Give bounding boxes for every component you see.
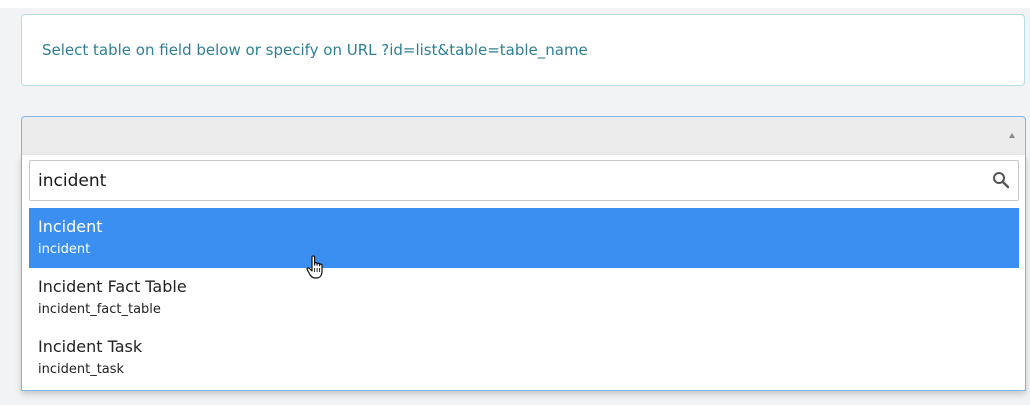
option-table-name: incident_task bbox=[38, 362, 125, 377]
option-incident-fact-table[interactable]: Incident Fact Table incident_fact_table bbox=[29, 268, 1019, 328]
option-incident[interactable]: Incident incident bbox=[29, 208, 1019, 268]
option-table-name: incident bbox=[38, 242, 91, 257]
option-label: Incident bbox=[38, 217, 103, 236]
caret-up-icon[interactable] bbox=[1009, 133, 1015, 138]
search-input[interactable] bbox=[30, 161, 970, 200]
option-incident-task[interactable]: Incident Task incident_task bbox=[29, 328, 1019, 388]
top-strip bbox=[0, 0, 1030, 8]
option-label: Incident Fact Table bbox=[38, 277, 187, 296]
search-field[interactable] bbox=[29, 160, 1019, 201]
table-select[interactable] bbox=[21, 116, 1026, 156]
info-box: Select table on field below or specify o… bbox=[21, 14, 1025, 86]
table-dropdown: Incident incident Incident Fact Table in… bbox=[21, 155, 1026, 391]
option-label: Incident Task bbox=[38, 337, 143, 356]
search-icon bbox=[993, 172, 1010, 189]
options-list: Incident incident Incident Fact Table in… bbox=[29, 208, 1019, 388]
info-message: Select table on field below or specify o… bbox=[42, 41, 588, 59]
option-table-name: incident_fact_table bbox=[38, 302, 161, 317]
hand-pointer-icon bbox=[306, 255, 323, 279]
